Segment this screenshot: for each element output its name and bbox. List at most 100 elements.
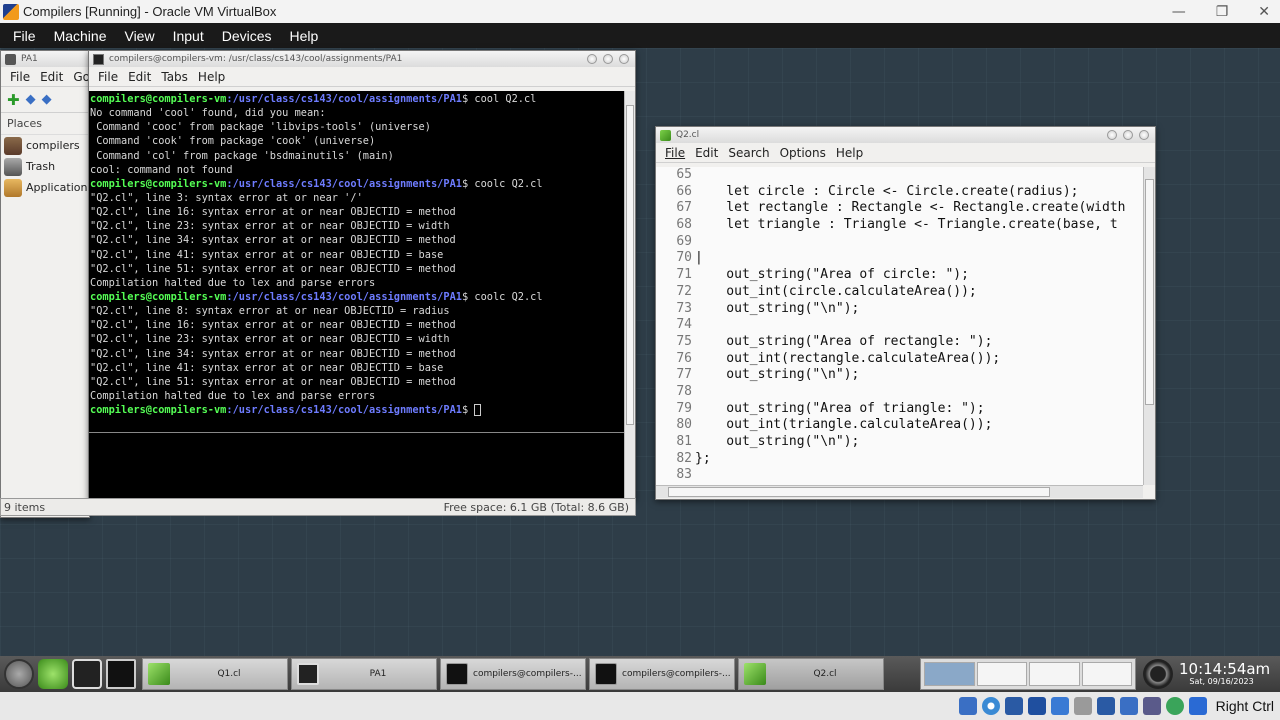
back-icon[interactable]: ◆ (26, 92, 36, 107)
term-menu-file[interactable]: File (93, 70, 123, 84)
host-key-label: Right Ctrl (1215, 698, 1274, 714)
file-manager-window: PA1 File Edit Go ✚ ◆ ◆ Places compilers … (0, 50, 90, 518)
workspace-4[interactable] (1081, 662, 1132, 686)
editor-text-area[interactable]: 65 66 let circle : Circle <- Circle.creat… (656, 167, 1143, 485)
place-trash[interactable]: Trash (1, 156, 89, 177)
usb-icon[interactable] (1050, 697, 1069, 715)
workspace-1[interactable] (924, 662, 975, 686)
line-number: 79 (676, 400, 692, 416)
editor-titlebar[interactable]: Q2.cl (656, 127, 1155, 143)
close-button[interactable] (619, 54, 629, 64)
prompt-user: compilers@compilers-vm (90, 290, 227, 303)
minimize-button[interactable] (1107, 130, 1117, 140)
vbox-menu-view[interactable]: View (115, 28, 163, 44)
taskbar-button-q1[interactable]: Q1.cl (142, 658, 288, 690)
shared-folders-icon[interactable] (1073, 697, 1092, 715)
place-compilers[interactable]: compilers (1, 135, 89, 156)
term-menu-edit[interactable]: Edit (123, 70, 156, 84)
network-icon[interactable] (1027, 697, 1046, 715)
vbox-menu-input[interactable]: Input (164, 28, 213, 44)
terminal-line: compilers@compilers-vm:/usr/class/cs143/… (89, 403, 624, 417)
ed-menu-file[interactable]: File (660, 146, 690, 160)
maximize-button[interactable] (603, 54, 613, 64)
vbox-menu-help[interactable]: Help (281, 28, 328, 44)
line-number: 75 (676, 333, 692, 349)
vbox-menubar: File Machine View Input Devices Help (0, 23, 1280, 48)
optical-drive-icon[interactable] (981, 697, 1000, 715)
display-icon[interactable] (1096, 697, 1115, 715)
terminal-launcher-icon[interactable] (106, 659, 136, 689)
vbox-menu-devices[interactable]: Devices (213, 28, 281, 44)
terminal-line: "Q2.cl", line 34: syntax error at or nea… (90, 234, 456, 247)
terminal-scrollbar[interactable] (624, 91, 635, 498)
speaker-icon[interactable] (1143, 659, 1173, 689)
fm-menu-edit[interactable]: Edit (35, 70, 68, 84)
task-label: compilers@compilers-... (473, 669, 582, 679)
restore-icon[interactable]: ❐ (1216, 4, 1229, 20)
line-text (694, 384, 695, 401)
taskbar-button-terminal-1[interactable]: compilers@compilers-... (440, 658, 586, 690)
taskbar-button-q2[interactable]: Q2.cl (738, 658, 884, 690)
code-line: 80 out_int(triangle.calculateArea()); (656, 417, 1143, 434)
task-label: compilers@compilers-... (622, 669, 731, 679)
line-text (694, 467, 695, 484)
line-text: let triangle : Triangle <- Triangle.crea… (695, 217, 1118, 233)
workspace-3[interactable] (1029, 662, 1080, 686)
new-folder-icon[interactable]: ✚ (7, 91, 20, 109)
vbox-statusbar: Right Ctrl (0, 692, 1280, 720)
taskbar-button-terminal-2[interactable]: compilers@compilers-... (589, 658, 735, 690)
taskbar-button-pa1[interactable]: PA1 (291, 658, 437, 690)
ed-menu-help[interactable]: Help (831, 146, 868, 160)
term-menu-tabs[interactable]: Tabs (156, 70, 193, 84)
editor-horizontal-scrollbar[interactable] (656, 485, 1143, 498)
close-icon[interactable]: ✕ (1258, 4, 1270, 20)
line-text (694, 317, 695, 334)
place-label: Trash (26, 160, 56, 173)
close-button[interactable] (1139, 130, 1149, 140)
code-line: 76 out_int(rectangle.calculateArea()); (656, 351, 1143, 368)
scrollbar-thumb[interactable] (626, 105, 634, 425)
ed-menu-options[interactable]: Options (775, 146, 831, 160)
cpu-icon[interactable] (1142, 697, 1161, 715)
task-label: Q1.cl (217, 669, 241, 679)
line-number: 67 (676, 200, 692, 216)
ed-menu-search[interactable]: Search (723, 146, 774, 160)
code-line: 74 (656, 317, 1143, 334)
minimize-icon[interactable]: — (1172, 4, 1186, 20)
workspace-2[interactable] (976, 662, 1027, 686)
term-menu-help[interactable]: Help (193, 70, 230, 84)
scrollbar-thumb[interactable] (668, 487, 1050, 497)
ed-menu-edit[interactable]: Edit (690, 146, 723, 160)
vbox-menu-machine[interactable]: Machine (45, 28, 116, 44)
task-label: PA1 (369, 669, 387, 679)
folder-icon (5, 53, 16, 65)
terminal-line: "Q2.cl", line 8: syntax error at or near… (90, 305, 450, 318)
vbox-menu-file[interactable]: File (4, 28, 45, 44)
keyboard-capture-icon[interactable] (1188, 697, 1207, 715)
maximize-button[interactable] (1123, 130, 1133, 140)
terminal-line: cool: command not found (90, 163, 233, 176)
scrollbar-thumb[interactable] (1145, 179, 1154, 405)
menu-launcher-icon[interactable] (4, 659, 34, 689)
terminal-output[interactable]: compilers@compilers-vm:/usr/class/cs143/… (89, 91, 624, 498)
place-applications[interactable]: Applications (1, 177, 89, 198)
minimize-button[interactable] (587, 54, 597, 64)
free-space: Free space: 6.1 GB (Total: 8.6 GB) (443, 500, 629, 514)
video-capture-icon[interactable] (1119, 697, 1138, 715)
harddisk-icon[interactable] (958, 697, 977, 715)
clock-widget[interactable]: 10:14:54am Sat, 09/16/2023 (1140, 656, 1280, 692)
forward-icon[interactable]: ◆ (42, 92, 52, 107)
terminal-titlebar[interactable]: compilers@compilers-vm: /usr/class/cs143… (89, 51, 635, 67)
line-text: out_int(circle.calculateArea()); (695, 283, 977, 299)
file-manager-titlebar[interactable]: PA1 (1, 51, 89, 67)
editor-launcher-icon[interactable] (38, 659, 68, 689)
file-manager-launcher-icon[interactable] (72, 659, 102, 689)
editor-window: Q2.cl File Edit Search Options Help 65 66… (655, 126, 1156, 500)
line-number: 81 (676, 434, 692, 449)
fm-menu-file[interactable]: File (5, 70, 35, 84)
line-number: 73 (676, 300, 692, 316)
code-line: 75 out_string("Area of rectangle: "); (656, 334, 1143, 351)
mouse-integration-icon[interactable] (1165, 697, 1184, 715)
editor-vertical-scrollbar[interactable] (1143, 167, 1155, 485)
audio-icon[interactable] (1004, 697, 1023, 715)
